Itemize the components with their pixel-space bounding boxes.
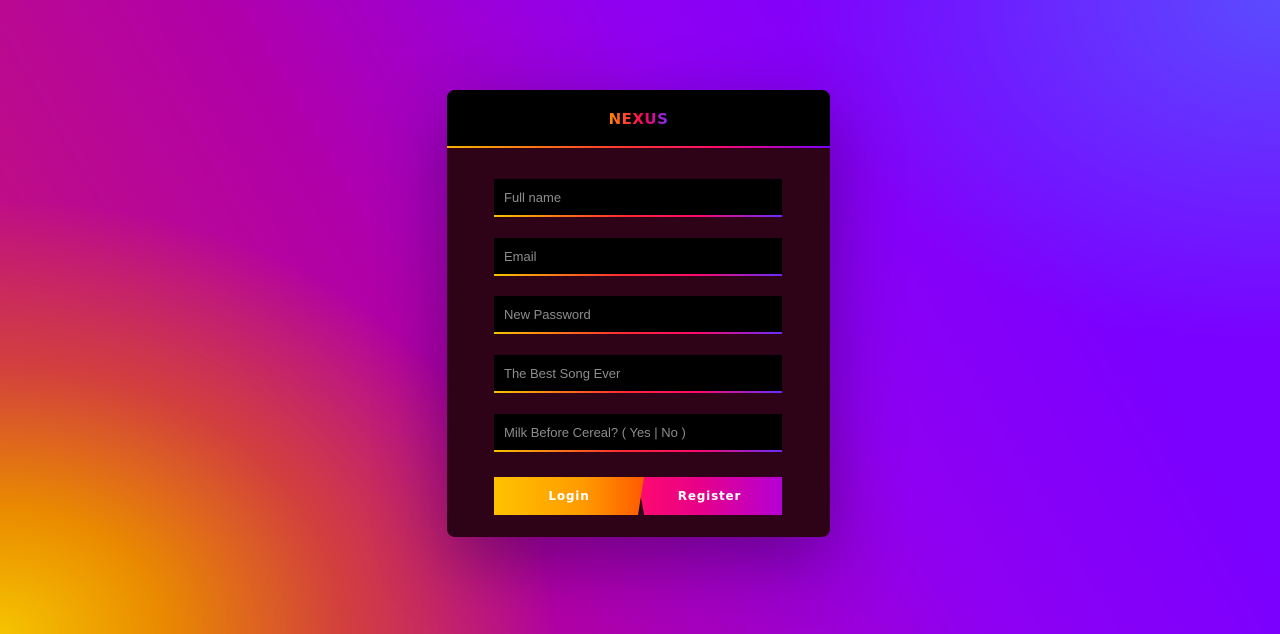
milk-before-cereal-field — [494, 414, 782, 452]
input-underline — [494, 215, 782, 217]
input-underline — [494, 332, 782, 334]
full-name-field — [494, 179, 782, 217]
logo-text: NEXUS — [608, 110, 669, 128]
header-divider — [447, 146, 830, 148]
email-field — [494, 238, 782, 276]
input-underline — [494, 450, 782, 452]
best-song-input[interactable] — [494, 355, 782, 391]
new-password-field — [494, 296, 782, 334]
register-card: NEXUS Register Login — [447, 90, 830, 537]
email-input[interactable] — [494, 238, 782, 274]
card-header: NEXUS — [447, 90, 830, 148]
new-password-input[interactable] — [494, 296, 782, 332]
register-button[interactable]: Register — [637, 477, 782, 515]
nexus-logo: NEXUS — [447, 110, 830, 128]
input-underline — [494, 274, 782, 276]
milk-before-cereal-input[interactable] — [494, 414, 782, 450]
best-song-field — [494, 355, 782, 393]
full-name-input[interactable] — [494, 179, 782, 215]
login-button[interactable]: Login — [494, 477, 644, 515]
input-underline — [494, 391, 782, 393]
